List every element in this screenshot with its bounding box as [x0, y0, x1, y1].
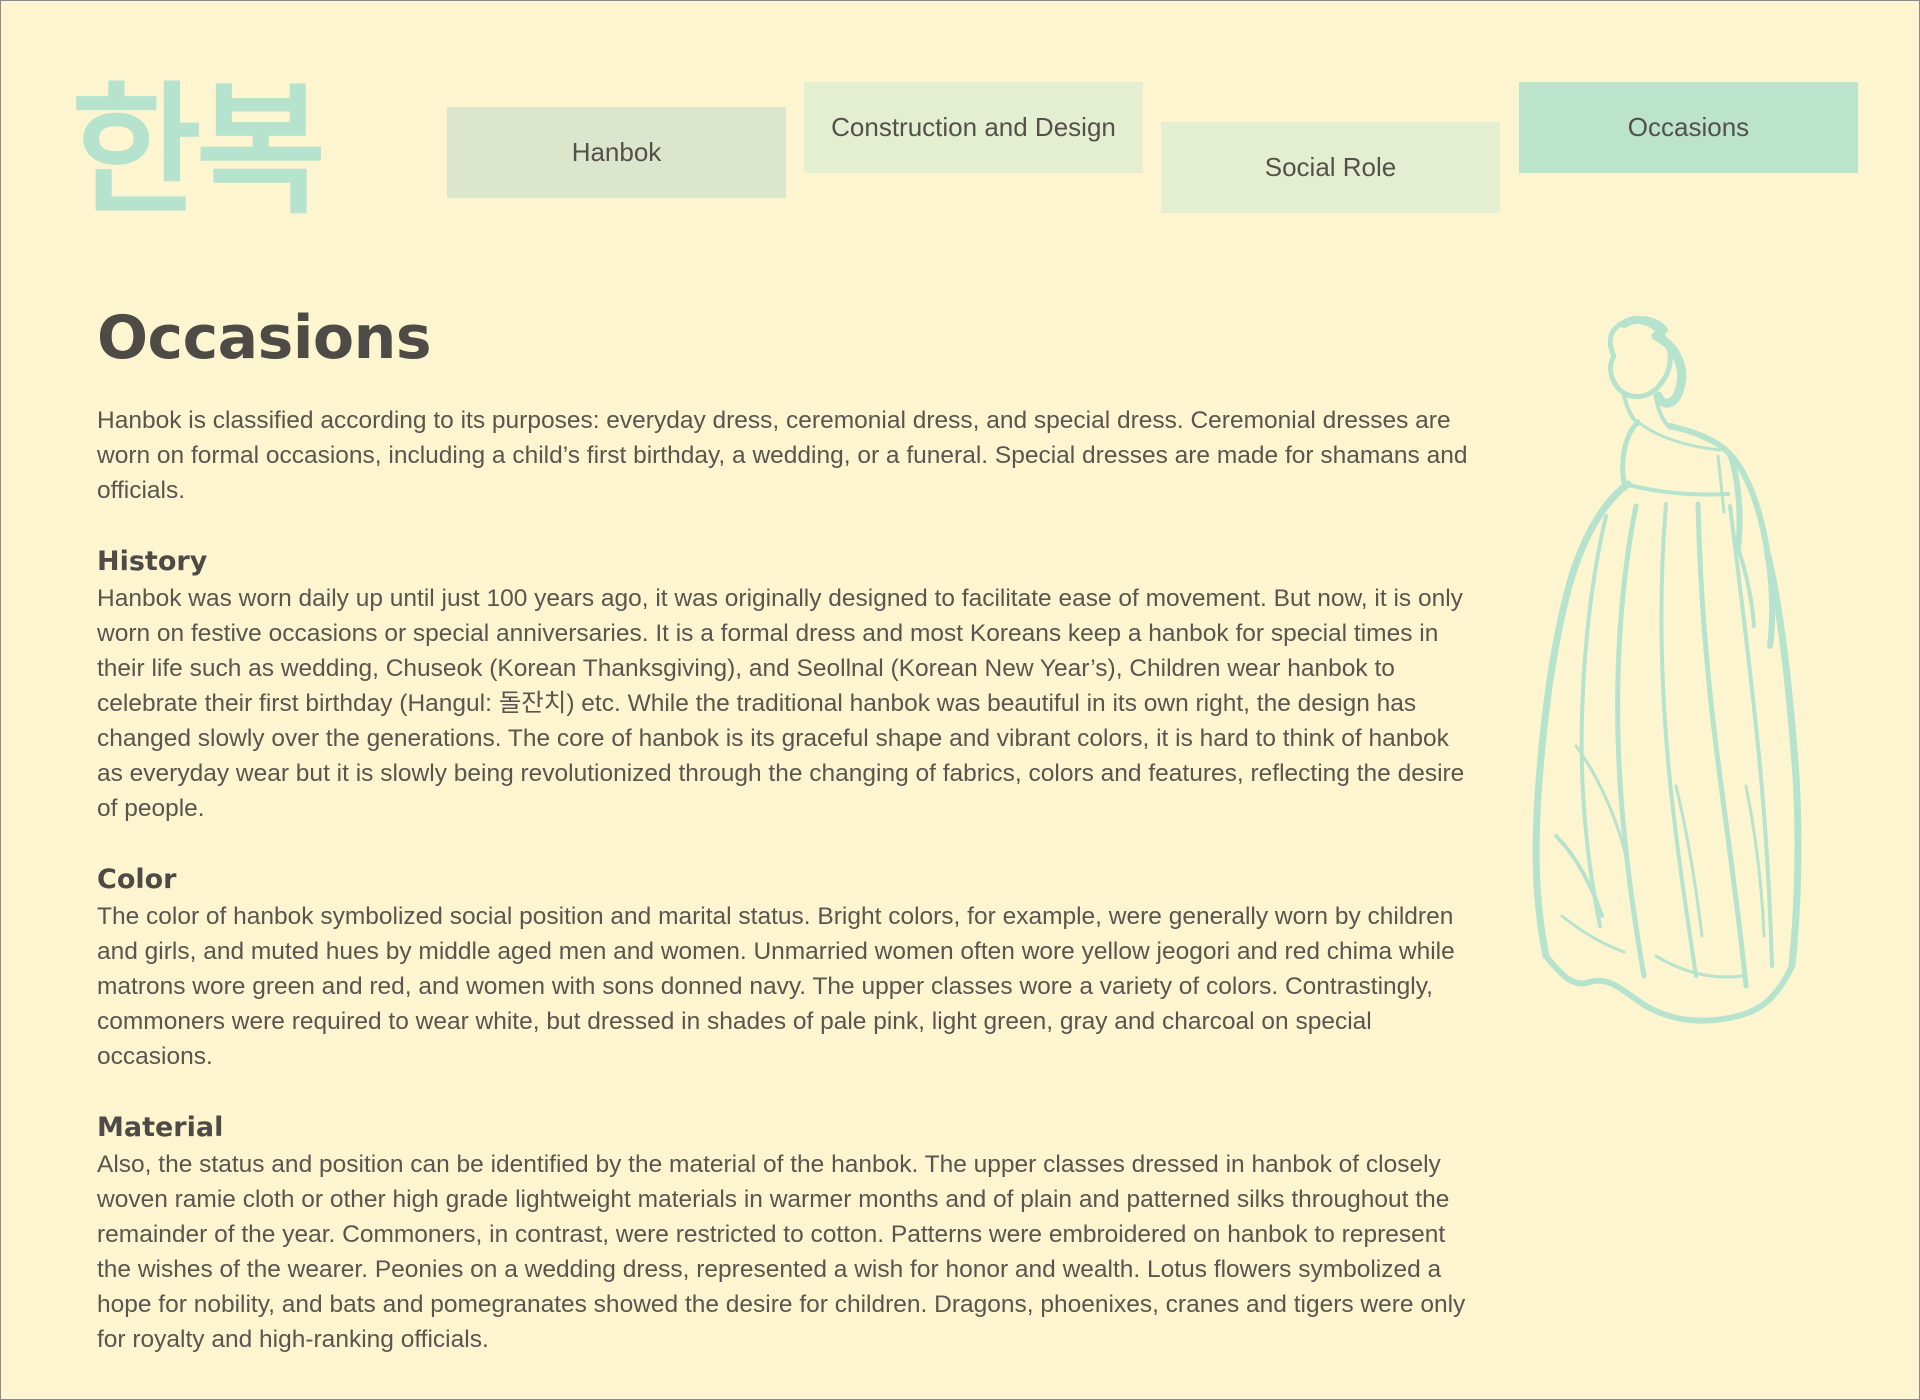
section-history: History Hanbok was worn daily up until j… — [97, 543, 1477, 826]
section-body: The color of hanbok symbolized social po… — [97, 903, 1455, 1070]
section-material: Material Also, the status and position c… — [97, 1109, 1477, 1357]
section-color: Color The color of hanbok symbolized soc… — [97, 861, 1477, 1074]
section-heading: Color — [97, 864, 177, 895]
section-heading: Material — [97, 1112, 224, 1143]
section-body: Hanbok was worn daily up until just 100 … — [97, 585, 1465, 822]
logo[interactable]: 한복 — [71, 81, 326, 223]
hanbok-woman-illustration — [1532, 316, 1802, 1024]
page-title: Occasions — [97, 303, 432, 373]
tab-construction-and-design[interactable]: Construction and Design — [804, 82, 1143, 173]
tab-hanbok[interactable]: Hanbok — [447, 107, 786, 198]
section-heading: History — [97, 546, 208, 577]
main-content: Occasions Hanbok is classified according… — [97, 297, 1477, 1357]
section-body: Also, the status and position can be ide… — [97, 1151, 1466, 1353]
intro-paragraph: Hanbok is classified according to its pu… — [97, 407, 1468, 504]
tab-occasions[interactable]: Occasions — [1519, 82, 1858, 173]
page: 한복 Hanbok Construction and Design Social… — [0, 0, 1920, 1400]
tab-social-role[interactable]: Social Role — [1161, 122, 1500, 213]
